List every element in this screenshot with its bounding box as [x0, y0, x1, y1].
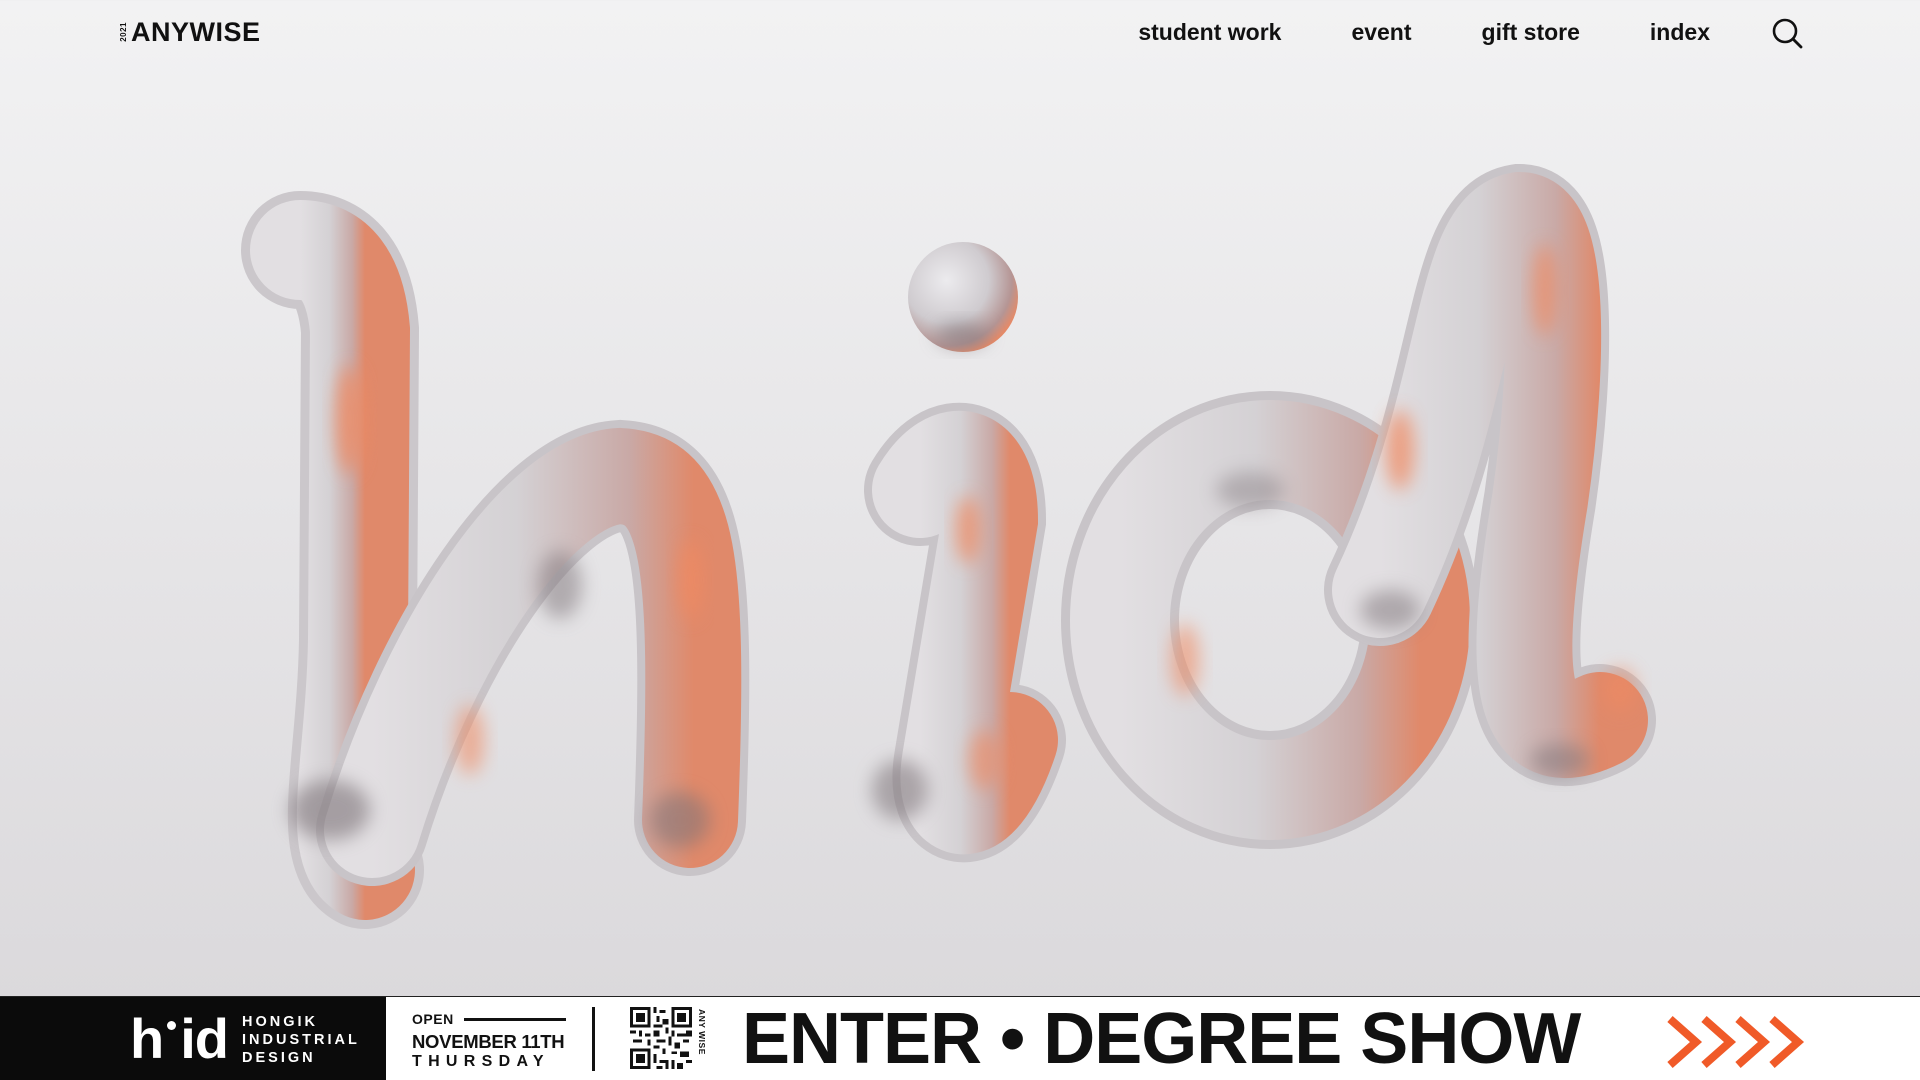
nav-index[interactable]: index	[1650, 19, 1710, 46]
hid-logo-dot	[167, 1021, 177, 1030]
hid-logo: h id	[130, 1007, 229, 1070]
brand-line-2: INDUSTRIAL	[242, 1032, 360, 1048]
open-day: THURSDAY	[412, 1053, 550, 1070]
hid-brand-text: HONGIK INDUSTRIAL DESIGN	[242, 1013, 360, 1067]
nav-event[interactable]: event	[1351, 19, 1411, 46]
nav-student-work[interactable]: student work	[1138, 19, 1281, 46]
open-label: OPEN	[412, 1011, 454, 1027]
main-nav: student work event gift store index	[1138, 14, 1710, 50]
letter-d-shape	[1061, 163, 1656, 849]
letter-h-shape	[241, 191, 750, 929]
hid-logo-tail: id	[180, 1007, 229, 1070]
enter-degree-show-button[interactable]: ENTER • DEGREE SHOW	[742, 999, 1581, 1079]
open-date-block: OPEN NOVEMBER 11TH THURSDAY	[412, 1011, 572, 1071]
letter-i-shape	[864, 242, 1066, 862]
logo-name: ANYWISE	[131, 16, 261, 47]
search-icon[interactable]	[1770, 16, 1804, 50]
brand-line-1: HONGIK	[242, 1014, 318, 1030]
nav-gift-store[interactable]: gift store	[1482, 19, 1580, 46]
brand-line-3: DESIGN	[242, 1050, 316, 1066]
hid-logo-h: h	[130, 1007, 164, 1070]
banner-divider	[592, 1007, 595, 1071]
qr-caption: ANY WISE	[697, 1009, 707, 1055]
site-logo[interactable]: 2021 ANYWISE	[119, 12, 261, 52]
degree-show-banner[interactable]: h id HONGIK INDUSTRIAL DESIGN OPEN NOVEMB…	[0, 996, 1920, 1080]
open-date: NOVEMBER 11TH	[412, 1031, 565, 1052]
site-header: 2021 ANYWISE student work event gift sto…	[0, 0, 1920, 64]
hero-artwork	[0, 64, 1920, 996]
qr-code-icon[interactable]	[630, 1007, 692, 1069]
chevron-right-arrows-icon[interactable]	[1666, 1015, 1806, 1069]
hid-brand-block: h id HONGIK INDUSTRIAL DESIGN	[0, 997, 386, 1080]
open-rule	[463, 1017, 566, 1021]
chrome-hid-letters	[241, 163, 1656, 929]
logo-year: 2021	[119, 22, 128, 42]
cta-label: ENTER • DEGREE SHOW	[742, 999, 1581, 1079]
